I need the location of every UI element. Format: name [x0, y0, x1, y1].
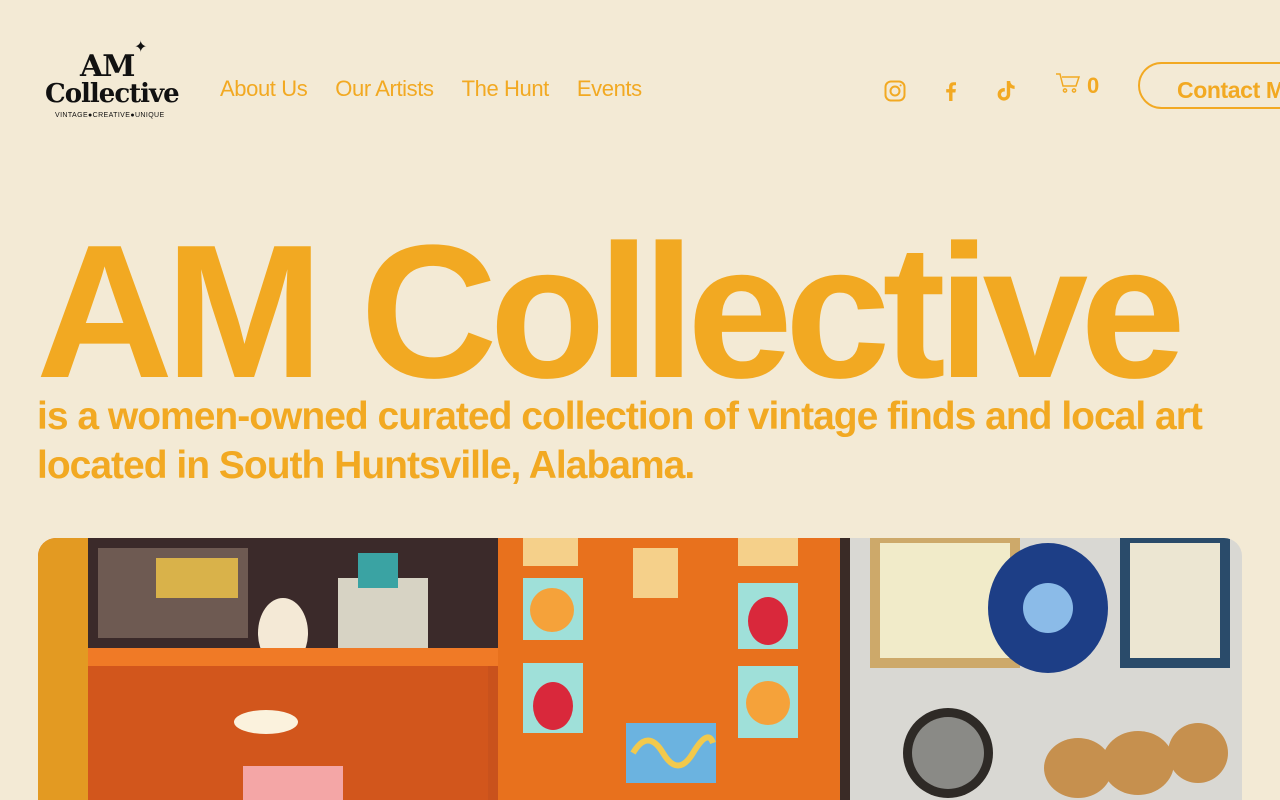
cart-icon [1055, 72, 1081, 99]
logo-collective: Collective [45, 79, 180, 109]
main-nav: About Us Our Artists The Hunt Events [220, 76, 642, 102]
hero-title: AM Collective [36, 206, 1186, 418]
sparkle-icon: ✦ [134, 39, 148, 56]
nav-our-artists[interactable]: Our Artists [335, 76, 434, 102]
cart-button[interactable]: 0 [1055, 72, 1099, 99]
shop-interior-photo [38, 538, 1242, 800]
facebook-icon[interactable] [938, 78, 964, 104]
cart-count: 0 [1087, 72, 1100, 98]
nav-events[interactable]: Events [577, 76, 642, 102]
contact-me-button[interactable]: Contact Me [1138, 62, 1280, 109]
tiktok-icon[interactable] [993, 78, 1019, 104]
site-header: AM ✦ Collective VINTAGE●CREATIVE●UNIQUE … [0, 0, 1280, 170]
instagram-icon[interactable] [882, 78, 908, 104]
logo-tagline: VINTAGE●CREATIVE●UNIQUE [55, 112, 165, 119]
nav-the-hunt[interactable]: The Hunt [462, 76, 550, 102]
site-logo[interactable]: AM ✦ Collective VINTAGE●CREATIVE●UNIQUE [44, 39, 180, 124]
hero-subtitle: is a women-owned curated collection of v… [37, 395, 1203, 487]
nav-about-us[interactable]: About Us [220, 76, 308, 102]
logo-am: AM [80, 49, 135, 84]
